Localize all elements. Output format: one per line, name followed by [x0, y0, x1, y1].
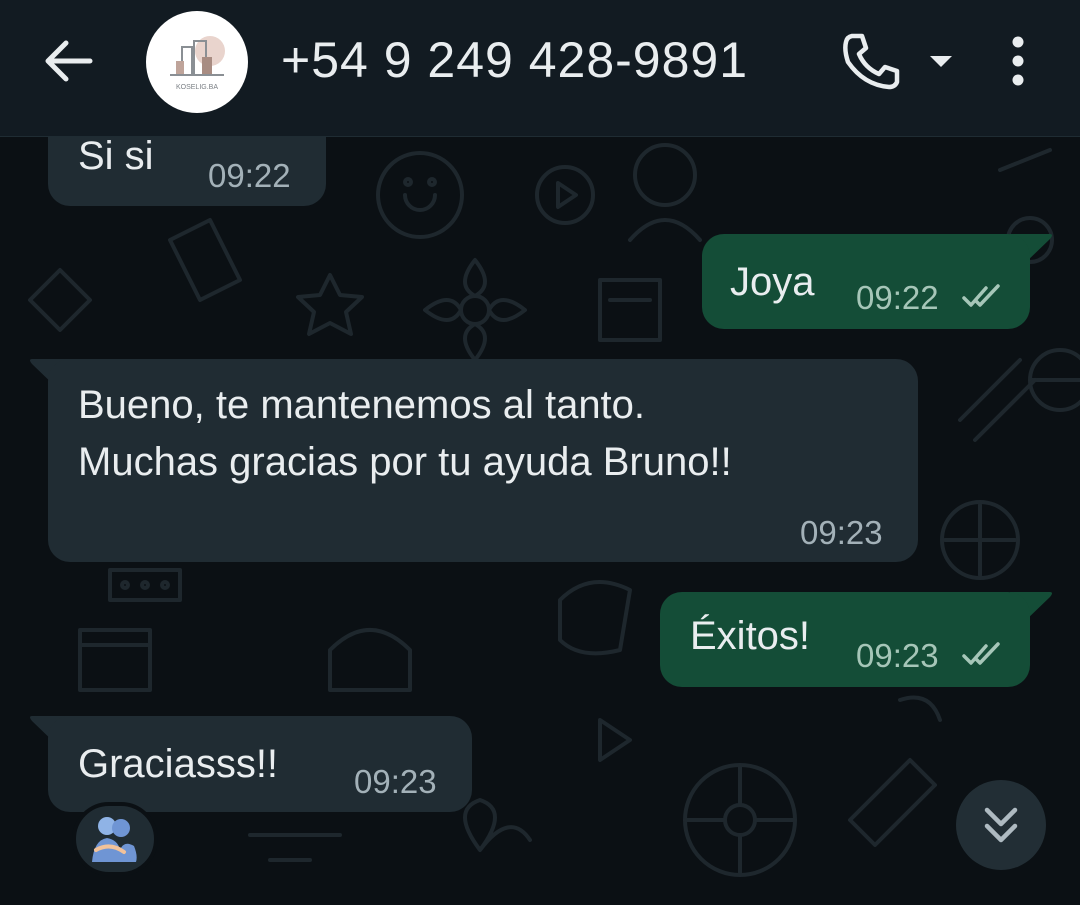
double-chevron-down-icon	[984, 807, 1018, 843]
message-time: 09:23	[354, 763, 437, 800]
message-time: 09:22	[208, 157, 291, 194]
message-time: 09:22	[856, 279, 939, 316]
back-button[interactable]	[40, 36, 96, 86]
message-time: 09:23	[856, 637, 939, 674]
contact-avatar[interactable]: KOSELIG.BA	[146, 11, 248, 113]
contact-name[interactable]: +54 9 249 428-9891	[281, 30, 748, 90]
caret-down-icon	[930, 56, 952, 67]
message-text: Graciasss!!	[78, 742, 279, 786]
message-text-line: Bueno, te mantenemos al tanto.	[78, 383, 646, 427]
avatar-logo-text: KOSELIG.BA	[176, 84, 218, 91]
read-double-check-icon	[962, 642, 1000, 665]
message-text: Éxitos!	[690, 614, 811, 658]
koselig-logo: KOSELIG.BA	[170, 36, 225, 91]
message-bubble-outgoing[interactable]: Éxitos! 09:23	[660, 592, 1030, 687]
read-double-check-icon	[962, 284, 1000, 307]
phone-icon	[843, 33, 900, 90]
message-text-line: Muchas gracias por tu ayuda Bruno!!	[78, 440, 732, 484]
message-reaction[interactable]	[72, 802, 158, 876]
voice-call-button[interactable]	[838, 30, 904, 92]
message-time: 09:23	[800, 514, 883, 551]
message-bubble-outgoing[interactable]: Joya 09:22	[702, 234, 1030, 329]
more-options-button[interactable]	[1000, 34, 1036, 88]
chat-header: KOSELIG.BA +54 9 249 428-9891	[0, 0, 1080, 137]
scroll-to-bottom-button[interactable]	[956, 780, 1046, 870]
people-hugging-emoji-icon	[92, 817, 137, 862]
message-text: Joya	[730, 260, 815, 304]
call-options-dropdown[interactable]	[924, 50, 958, 72]
message-bubble-incoming[interactable]: Graciasss!! 09:23	[48, 716, 472, 812]
message-bubble-incoming[interactable]: Bueno, te mantenemos al tanto. Muchas gr…	[48, 359, 918, 562]
arrow-left-icon	[45, 40, 93, 82]
more-vertical-icon	[1012, 36, 1024, 86]
